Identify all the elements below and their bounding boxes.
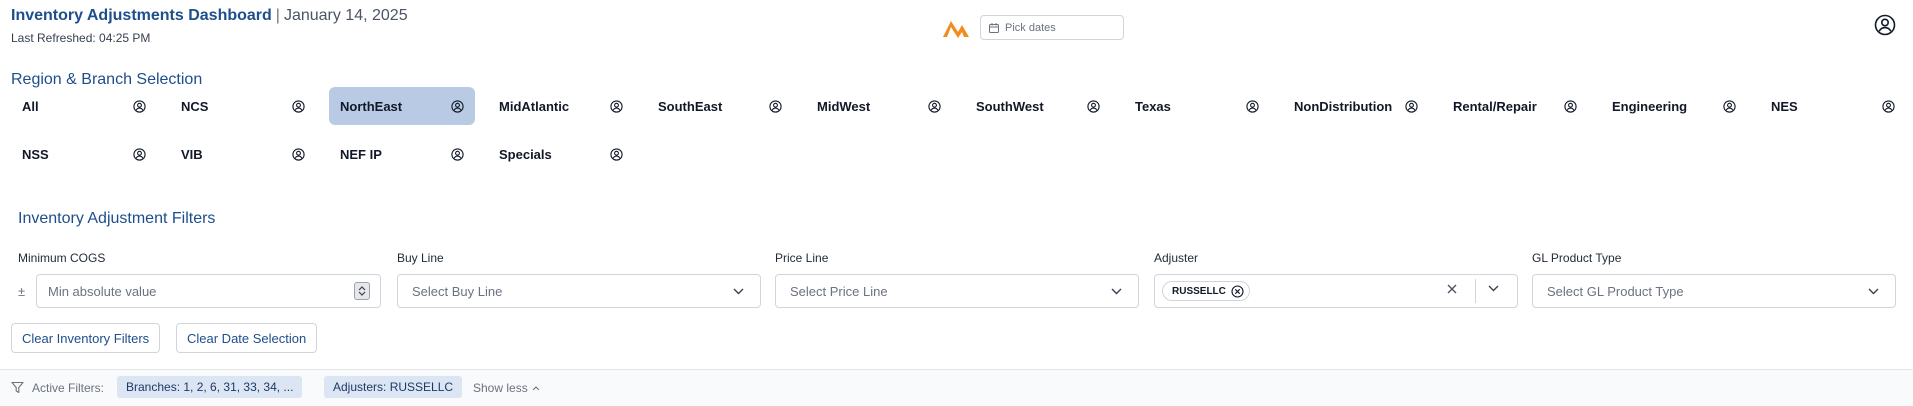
adjuster-chip-label: RUSSELLC: [1172, 285, 1226, 297]
chevron-up-icon: [532, 385, 540, 390]
region-label: All: [22, 98, 39, 114]
gl-product-type-label: GL Product Type: [1532, 251, 1622, 265]
branch-user-icon: [610, 99, 623, 113]
region-button-specials[interactable]: Specials: [488, 135, 634, 173]
chevron-down-icon: [1111, 288, 1122, 294]
branch-user-icon: [769, 99, 782, 113]
active-filters-label: Active Filters:: [32, 381, 105, 395]
price-line-select[interactable]: Select Price Line: [775, 274, 1139, 308]
chevron-down-icon[interactable]: [1488, 285, 1499, 292]
region-label: NorthEast: [340, 98, 403, 114]
last-refreshed: Last Refreshed: 04:25 PM: [11, 31, 151, 45]
price-line-label: Price Line: [775, 251, 829, 265]
region-button-southwest[interactable]: SouthWest: [965, 87, 1111, 125]
region-label: NSS: [22, 146, 49, 162]
buy-line-placeholder: Select Buy Line: [412, 283, 503, 299]
header: Inventory Adjustments Dashboard | January …: [0, 0, 1913, 56]
adjusters-filter-chip: Adjusters: RUSSELLC: [324, 376, 463, 398]
calendar-icon: [989, 22, 999, 33]
region-button-all[interactable]: All: [11, 87, 157, 125]
branches-filter-chip: Branches: 1, 2, 6, 31, 33, 34, ...: [117, 376, 303, 398]
user-avatar-icon[interactable]: [1874, 14, 1896, 36]
branch-user-icon: [1246, 99, 1259, 113]
region-label: NonDistribution: [1294, 98, 1393, 114]
region-button-nef-ip[interactable]: NEF IP: [329, 135, 475, 173]
branch-user-icon: [1723, 99, 1736, 113]
branch-user-icon: [1087, 99, 1100, 113]
number-stepper[interactable]: [354, 282, 370, 300]
gl-product-type-select[interactable]: Select GL Product Type: [1532, 274, 1896, 308]
region-button-midwest[interactable]: MidWest: [806, 87, 952, 125]
region-button-engineering[interactable]: Engineering: [1601, 87, 1747, 125]
branch-user-icon: [928, 99, 941, 113]
region-button-nes[interactable]: NES: [1760, 87, 1906, 125]
page-title: Inventory Adjustments Dashboard: [11, 7, 272, 24]
region-button-southeast[interactable]: SouthEast: [647, 87, 793, 125]
branch-user-icon: [610, 147, 623, 161]
region-button-rental-repair[interactable]: Rental/Repair: [1442, 87, 1588, 125]
chevron-down-icon: [1868, 288, 1879, 294]
buy-line-select[interactable]: Select Buy Line: [397, 274, 761, 308]
remove-chip-icon[interactable]: [1231, 284, 1244, 298]
min-cogs-input[interactable]: Min absolute value: [36, 274, 381, 308]
region-label: SouthEast: [658, 98, 723, 114]
adjuster-divider: [1475, 279, 1476, 303]
branch-user-icon: [292, 147, 305, 161]
region-label: Rental/Repair: [1453, 98, 1537, 114]
filter-icon: [11, 381, 24, 394]
show-less-label: Show less: [473, 381, 528, 395]
plus-minus-prefix: ±: [18, 284, 26, 299]
stepper-down-icon[interactable]: [358, 291, 366, 296]
gl-product-type-placeholder: Select GL Product Type: [1547, 283, 1684, 299]
filters-section-title: Inventory Adjustment Filters: [18, 210, 216, 227]
region-label: VIB: [181, 146, 203, 162]
chevron-down-icon: [733, 288, 744, 294]
clear-inventory-filters-button[interactable]: Clear Inventory Filters: [11, 323, 161, 353]
region-button-ncs[interactable]: NCS: [170, 87, 316, 125]
branch-user-icon: [451, 99, 464, 113]
region-label: MidAtlantic: [499, 98, 570, 114]
active-filters-bar: Active Filters: Branches: 1, 2, 6, 31, 3…: [0, 370, 1913, 406]
region-button-nss[interactable]: NSS: [11, 135, 157, 173]
region-label: NCS: [181, 98, 209, 114]
region-label: Texas: [1135, 98, 1171, 114]
branch-user-icon: [451, 147, 464, 161]
title-separator: |: [275, 7, 280, 24]
date-picker-placeholder: Pick dates: [1005, 21, 1056, 34]
region-label: Specials: [499, 146, 552, 162]
branch-user-icon: [133, 99, 146, 113]
region-button-texas[interactable]: Texas: [1124, 87, 1270, 125]
date-picker-input[interactable]: Pick dates: [980, 15, 1124, 40]
min-cogs-label: Minimum COGS: [18, 251, 106, 265]
region-button-vib[interactable]: VIB: [170, 135, 316, 173]
region-button-nondistribution[interactable]: NonDistribution: [1283, 87, 1429, 125]
region-label: NEF IP: [340, 146, 382, 162]
clear-date-selection-button[interactable]: Clear Date Selection: [176, 323, 318, 353]
clear-adjuster-icon[interactable]: [1446, 283, 1458, 295]
region-button-northeast[interactable]: NorthEast: [329, 87, 475, 125]
price-line-placeholder: Select Price Line: [790, 283, 888, 299]
region-label: NES: [1771, 98, 1798, 114]
region-button-midatlantic[interactable]: MidAtlantic: [488, 87, 634, 125]
region-label: MidWest: [817, 98, 871, 114]
branch-user-icon: [133, 147, 146, 161]
buy-line-label: Buy Line: [397, 251, 444, 265]
adjuster-label: Adjuster: [1154, 251, 1199, 265]
branch-user-icon: [1405, 99, 1418, 113]
brand-logo-icon: [943, 21, 969, 38]
min-cogs-placeholder: Min absolute value: [48, 283, 157, 299]
show-less-toggle[interactable]: Show less: [473, 381, 540, 395]
region-label: SouthWest: [976, 98, 1044, 114]
region-label: Engineering: [1612, 98, 1688, 114]
adjuster-chip: RUSSELLC: [1162, 281, 1250, 301]
adjuster-select[interactable]: RUSSELLC: [1154, 274, 1518, 308]
branch-user-icon: [292, 99, 305, 113]
branch-user-icon: [1882, 99, 1895, 113]
title-line: Inventory Adjustments Dashboard | January …: [11, 7, 408, 25]
branch-user-icon: [1564, 99, 1577, 113]
report-date: January 14, 2025: [283, 7, 408, 24]
